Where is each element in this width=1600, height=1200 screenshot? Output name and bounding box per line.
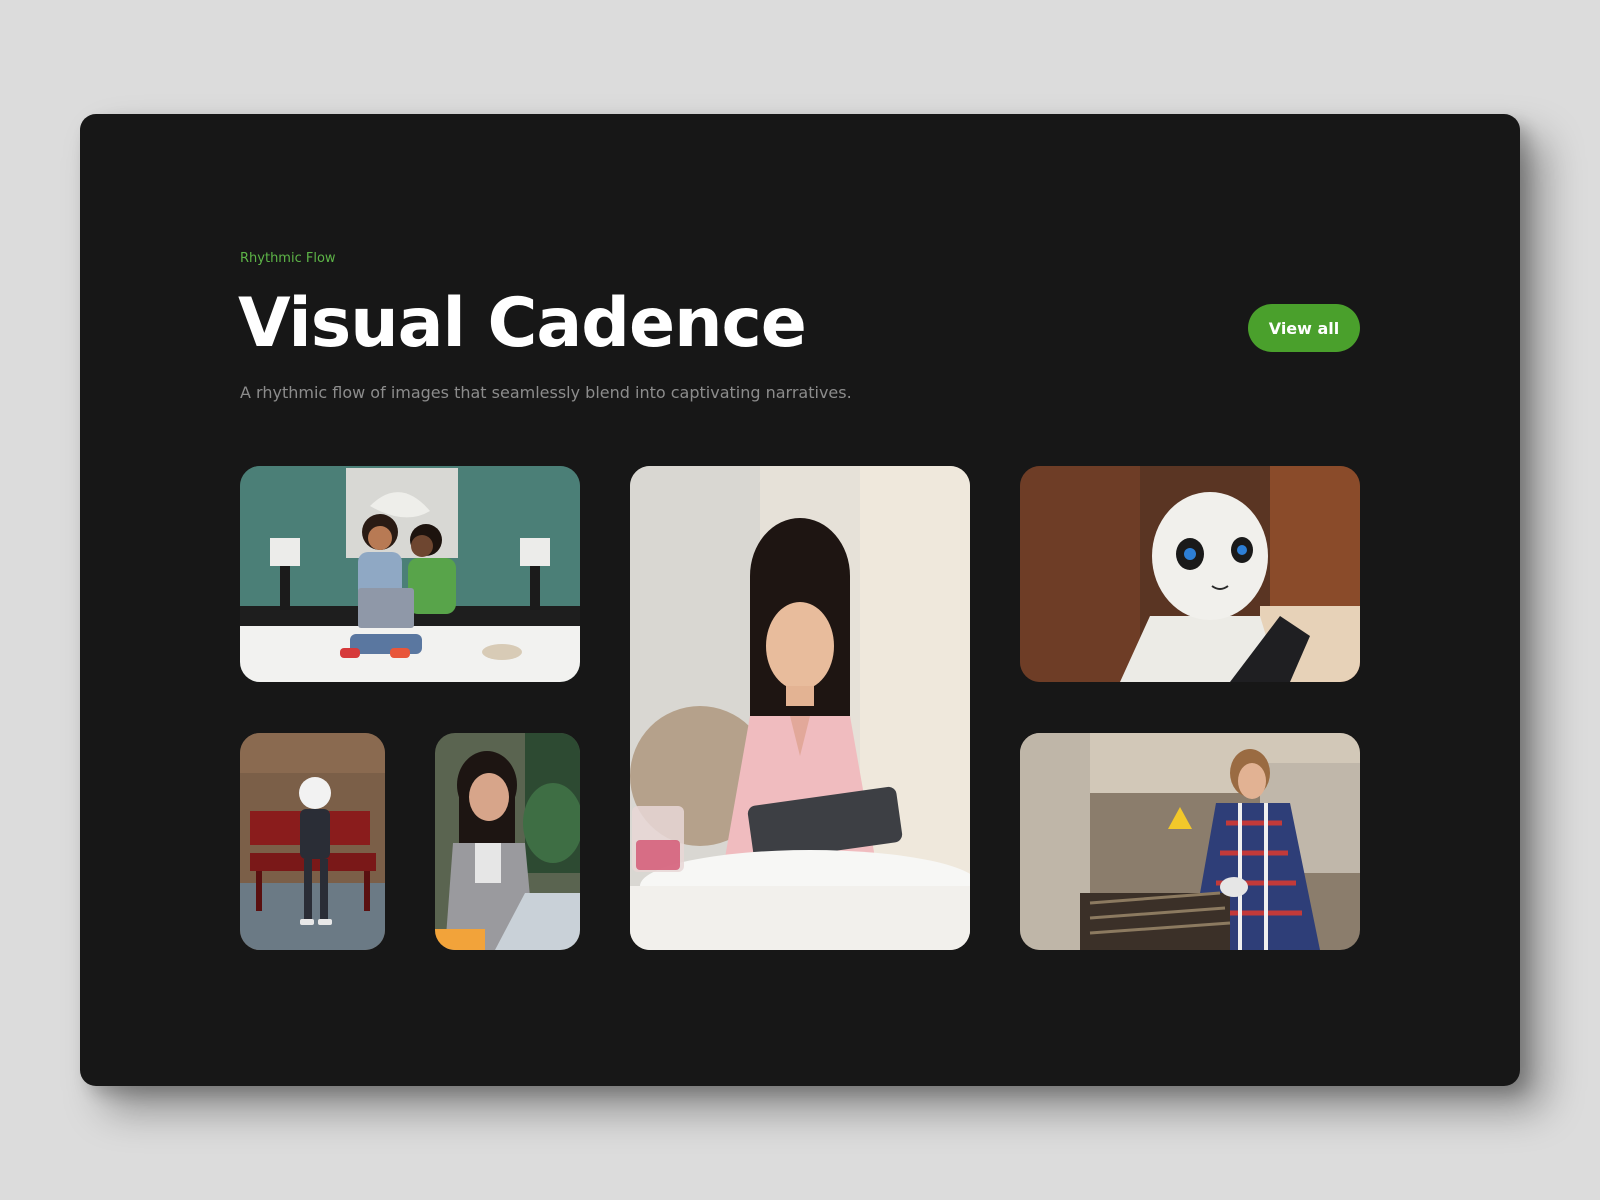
gallery-card: Rhythmic Flow Visual Cadence A rhythmic … bbox=[80, 114, 1520, 1086]
gallery-photo-friends-on-bed[interactable] bbox=[240, 466, 580, 682]
photo-factory-worker-illustration bbox=[1020, 733, 1360, 950]
gallery-photo-woman-with-tablet[interactable] bbox=[630, 466, 970, 950]
photo-friends-on-bed-illustration bbox=[240, 466, 580, 682]
gallery-photo-woman-on-laptop[interactable] bbox=[435, 733, 580, 950]
photo-humanoid-robot-illustration bbox=[1020, 466, 1360, 682]
gallery-photo-humanoid-robot[interactable] bbox=[1020, 466, 1360, 682]
page-title: Visual Cadence bbox=[238, 284, 807, 363]
eyebrow-label: Rhythmic Flow bbox=[240, 251, 336, 266]
gallery-photo-robot-on-bench[interactable] bbox=[240, 733, 385, 950]
photo-robot-on-bench-illustration bbox=[240, 733, 385, 950]
page-subtitle: A rhythmic flow of images that seamlessl… bbox=[240, 383, 852, 402]
gallery-photo-factory-worker[interactable] bbox=[1020, 733, 1360, 950]
view-all-button[interactable]: View all bbox=[1248, 304, 1360, 352]
photo-woman-with-tablet-illustration bbox=[630, 466, 970, 950]
photo-woman-on-laptop-illustration bbox=[435, 733, 580, 950]
